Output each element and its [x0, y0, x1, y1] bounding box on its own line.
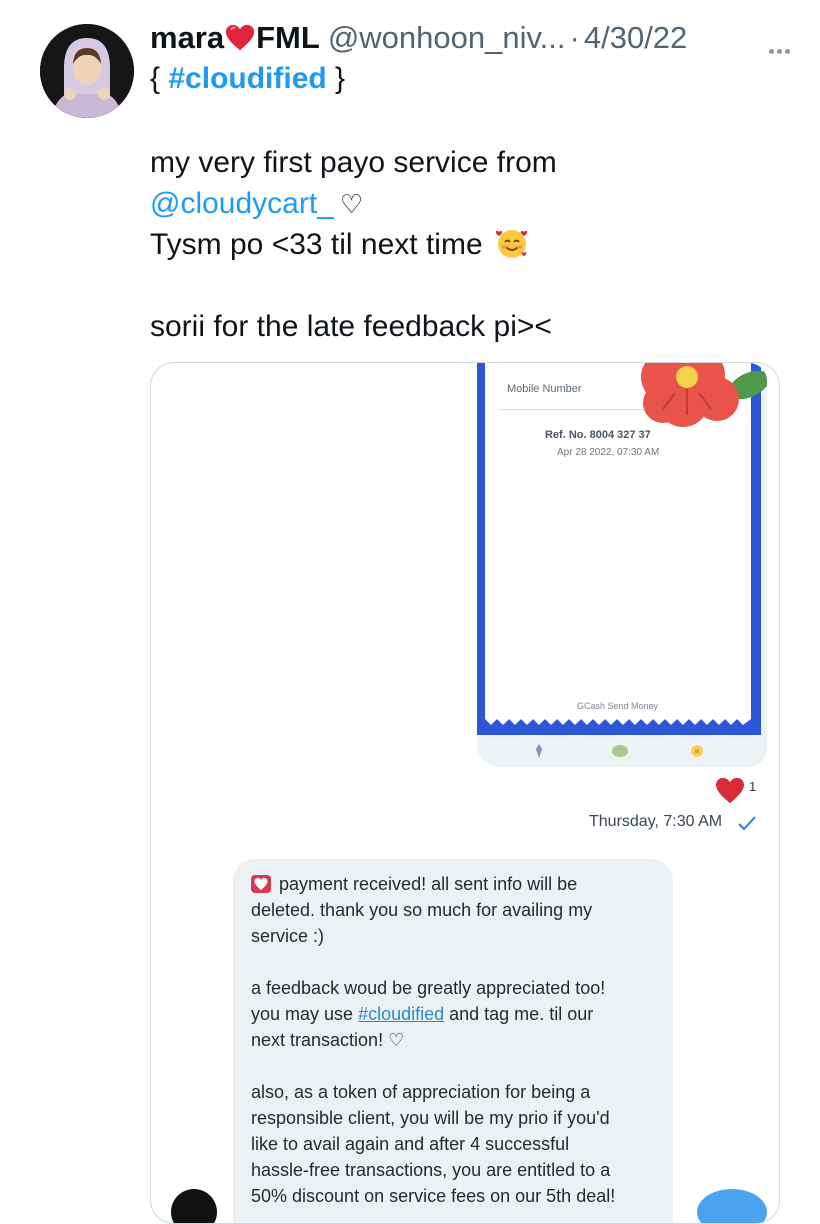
message-line: a feedback woud be greatly appreciated t…: [251, 978, 606, 998]
author-handle[interactable]: @wonhoon_niv...: [328, 20, 566, 56]
tweet-line: Tysm po <33 til next time: [150, 224, 790, 265]
profile-photo-icon: [40, 24, 134, 118]
message-line-text: payment received! all sent info will be: [279, 874, 578, 894]
red-heart-icon: [226, 24, 255, 51]
mention-link[interactable]: @cloudycart_: [150, 187, 334, 220]
leaf-sticker-icon: [612, 745, 628, 757]
dm-message-bubble[interactable]: payment received! all sent info will be …: [233, 859, 673, 1223]
mobile-number-label: Mobile Number: [507, 383, 582, 395]
flower-sticker-icon: [691, 745, 703, 757]
message-line: responsible client, you will be my prio …: [251, 1108, 610, 1128]
dm-message-text: payment received! all sent info will be …: [251, 871, 661, 1209]
dm-sender-avatar[interactable]: [171, 1189, 217, 1223]
more-horizontal-icon[interactable]: [766, 26, 790, 62]
dm-action-button[interactable]: [697, 1189, 767, 1223]
message-line: hassle-free transactions, you are entitl…: [251, 1160, 611, 1180]
author-tag-line: { #cloudified }: [150, 62, 345, 96]
tweet-text: my very first payo service from @cloudyc…: [150, 142, 790, 347]
message-line: service :): [251, 926, 325, 946]
tag-line-open: {: [150, 62, 169, 95]
tweet-date[interactable]: 4/30/22: [584, 20, 687, 56]
outline-heart-glyph: ♡: [339, 190, 364, 220]
message-line-text: and tag me. til our: [444, 1004, 594, 1024]
header-separator: ·: [569, 20, 580, 55]
tweet-line: @cloudycart_ ♡: [150, 183, 790, 224]
tag-line-close: }: [326, 62, 346, 95]
receipt-datetime: Apr 28 2022, 07:30 AM: [557, 447, 660, 458]
avatar[interactable]: [40, 24, 134, 118]
tweet-line: my very first payo service from: [150, 146, 557, 179]
tweet-line-text: Tysm po <33 til next time: [150, 228, 483, 261]
tweet-header: mara FML @wonhoon_niv... · 4/30/22: [150, 18, 790, 58]
message-line: deleted. thank you so much for availing …: [251, 900, 593, 920]
author-name-prefix[interactable]: mara: [150, 20, 224, 56]
receipt-zigzag-edge: [485, 713, 751, 725]
message-line: also, as a token of appreciation for bei…: [251, 1082, 591, 1102]
leaf-sticker-icon: [536, 744, 542, 758]
dm-timestamp: Thursday, 7:30 AM: [589, 813, 723, 830]
receipt-image-bubble[interactable]: Mobile Number Ref. No. 8004 327 37 Apr 2…: [477, 363, 767, 767]
message-line: payment received! all sent info will be: [251, 871, 661, 897]
smiling-face-with-hearts-icon: [495, 230, 528, 258]
flower-sticker-icon: [641, 363, 767, 427]
tweet-media-card[interactable]: Mobile Number Ref. No. 8004 327 37 Apr 2…: [150, 362, 780, 1224]
tweet-line: sorii for the late feedback pi><: [150, 310, 552, 343]
hashtag-link[interactable]: #cloudified: [168, 62, 326, 95]
receipt-footer: GCash Send Money: [577, 701, 659, 711]
message-line-text: you may use: [251, 1004, 359, 1024]
heart-box-icon: [251, 875, 271, 893]
message-hashtag-link[interactable]: #cloudified: [358, 1004, 444, 1024]
red-heart-reaction-icon[interactable]: [715, 777, 745, 805]
author-name-suffix[interactable]: FML: [256, 20, 320, 56]
message-line: like to avail again and after 4 successf…: [251, 1134, 570, 1154]
message-line: next transaction! ♡: [251, 1030, 405, 1050]
check-icon: [738, 816, 756, 831]
reaction-count: 1: [749, 779, 757, 794]
message-line: you may use #cloudified and tag me. til …: [251, 1001, 661, 1027]
message-line: 50% discount on service fees on our 5th …: [251, 1186, 616, 1206]
